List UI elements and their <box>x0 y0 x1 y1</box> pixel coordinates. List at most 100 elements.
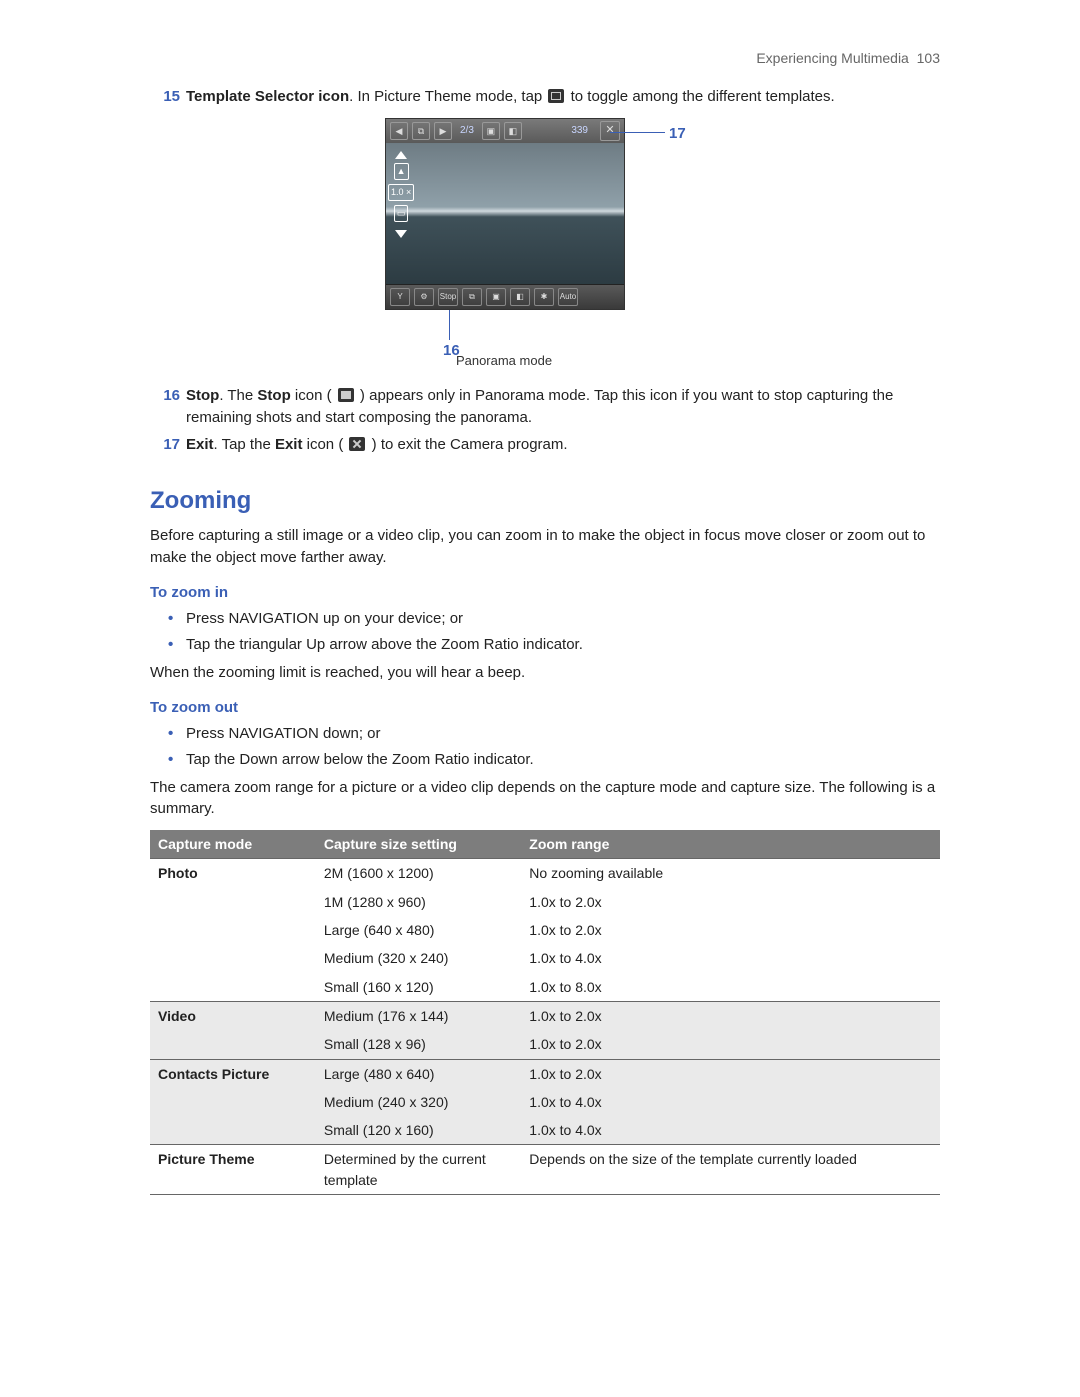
list-item: Press NAVIGATION up on your device; or <box>168 608 940 630</box>
capture-mode-cell <box>150 1088 316 1116</box>
stop-icon <box>338 388 354 402</box>
zoom-range-cell: 1.0x to 2.0x <box>521 1059 940 1088</box>
bottom-icon: Y <box>390 288 410 306</box>
camera-topbar: ◀ ⧉ ▶ 2/3 ▣ ◧ 339 ✕ <box>386 119 624 144</box>
table-row: Small (128 x 96)1.0x to 2.0x <box>150 1030 940 1059</box>
capture-size-cell: Small (120 x 160) <box>316 1116 521 1145</box>
table-header: Capture mode <box>150 830 316 859</box>
zoom-in-note: When the zooming limit is reached, you w… <box>150 662 940 684</box>
camera-bottombar: Y ⚙ Stop ⧉ ▣ ◧ ✱ Auto <box>386 284 624 309</box>
tool-icon-1: ▣ <box>482 122 500 140</box>
table-header: Zoom range <box>521 830 940 859</box>
capture-size-cell: Medium (240 x 320) <box>316 1088 521 1116</box>
list-item-15: 15 Template Selector icon. In Picture Th… <box>186 86 940 108</box>
zoom-control: ▲ 1.0 × ▭ <box>388 151 414 238</box>
capture-size-cell: Large (640 x 480) <box>316 916 521 944</box>
zoom-range-cell: 1.0x to 4.0x <box>521 944 940 972</box>
zoom-down-icon <box>395 230 407 238</box>
capture-mode-cell: Contacts Picture <box>150 1059 316 1088</box>
item-title: Template Selector icon <box>186 88 349 105</box>
panorama-figure: ◀ ⧉ ▶ 2/3 ▣ ◧ 339 ✕ ▲ 1.0 × ▭ Y ⚙ <box>150 118 940 379</box>
capture-size-cell: Medium (320 x 240) <box>316 944 521 972</box>
table-row: Large (640 x 480)1.0x to 2.0x <box>150 916 940 944</box>
capture-size-cell: 2M (1600 x 1200) <box>316 859 521 888</box>
zoom-range-cell: 1.0x to 2.0x <box>521 1030 940 1059</box>
bottom-icon: ◧ <box>510 288 530 306</box>
zoom-range-cell: Depends on the size of the template curr… <box>521 1145 940 1195</box>
zoom-range-cell: 1.0x to 8.0x <box>521 973 940 1002</box>
capture-size-cell: Small (128 x 96) <box>316 1030 521 1059</box>
table-row: Small (120 x 160)1.0x to 4.0x <box>150 1116 940 1145</box>
zoom-range-cell: 1.0x to 2.0x <box>521 916 940 944</box>
capture-mode-cell <box>150 1030 316 1059</box>
capture-mode-cell <box>150 888 316 916</box>
zoom-range-cell: 1.0x to 4.0x <box>521 1116 940 1145</box>
bottom-icon: Auto <box>558 288 578 306</box>
page-number: 103 <box>917 50 940 66</box>
callout-line-16 <box>449 310 451 340</box>
zoom-range-table: Capture mode Capture size setting Zoom r… <box>150 830 940 1195</box>
zoom-out-list: Press NAVIGATION down; or Tap the Down a… <box>168 723 940 771</box>
capture-size-cell: Large (480 x 640) <box>316 1059 521 1088</box>
callout-line-17 <box>610 132 665 134</box>
list-item: Tap the Down arrow below the Zoom Ratio … <box>168 749 940 771</box>
table-row: Small (160 x 120)1.0x to 8.0x <box>150 973 940 1002</box>
zoom-range-cell: 1.0x to 2.0x <box>521 888 940 916</box>
camera-viewfinder <box>386 143 624 285</box>
capture-mode-cell: Picture Theme <box>150 1145 316 1195</box>
zoom-indicator-icon: ▲ <box>394 163 409 180</box>
capture-mode-cell <box>150 1116 316 1145</box>
bottom-icon: ▣ <box>486 288 506 306</box>
shots-remaining: 339 <box>571 124 588 139</box>
list-item: Tap the triangular Up arrow above the Zo… <box>168 634 940 656</box>
zoom-range-cell: No zooming available <box>521 859 940 888</box>
tool-icon-2: ◧ <box>504 122 522 140</box>
capture-size-cell: Determined by the current template <box>316 1145 521 1195</box>
list-item-16: 16 Stop. The Stop icon ( ) appears only … <box>186 385 940 429</box>
callout-label-16: 16 <box>443 340 460 362</box>
item-number: 16 <box>150 385 180 407</box>
figure-caption: Panorama mode <box>303 352 705 371</box>
close-icon: ✕ <box>600 121 620 141</box>
item-number: 17 <box>150 434 180 456</box>
capture-size-cell: Small (160 x 120) <box>316 973 521 1002</box>
list-item-17: 17 Exit. Tap the Exit icon ( ) to exit t… <box>186 434 940 456</box>
item-number: 15 <box>150 86 180 108</box>
stop-icon: Stop <box>438 288 458 306</box>
table-row: Photo2M (1600 x 1200)No zooming availabl… <box>150 859 940 888</box>
zoom-range-cell: 1.0x to 2.0x <box>521 1001 940 1030</box>
mode-icon: ⧉ <box>412 122 430 140</box>
table-row: Picture ThemeDetermined by the current t… <box>150 1145 940 1195</box>
running-header: Experiencing Multimedia 103 <box>150 48 940 68</box>
list-item: Press NAVIGATION down; or <box>168 723 940 745</box>
capture-size-cell: 1M (1280 x 960) <box>316 888 521 916</box>
table-row: Medium (240 x 320)1.0x to 4.0x <box>150 1088 940 1116</box>
capture-mode-cell <box>150 944 316 972</box>
capture-mode-cell: Video <box>150 1001 316 1030</box>
capture-mode-cell <box>150 916 316 944</box>
table-header: Capture size setting <box>316 830 521 859</box>
table-row: Contacts PictureLarge (480 x 640)1.0x to… <box>150 1059 940 1088</box>
arrow-left-icon: ◀ <box>390 122 408 140</box>
zoom-range-cell: 1.0x to 4.0x <box>521 1088 940 1116</box>
table-row: Medium (320 x 240)1.0x to 4.0x <box>150 944 940 972</box>
capture-mode-cell <box>150 973 316 1002</box>
zoom-in-heading: To zoom in <box>150 582 940 604</box>
shot-fraction: 2/3 <box>460 124 474 139</box>
zooming-intro: Before capturing a still image or a vide… <box>150 525 940 569</box>
bottom-icon: ⧉ <box>462 288 482 306</box>
zoom-out-heading: To zoom out <box>150 697 940 719</box>
bottom-icon: ✱ <box>534 288 554 306</box>
zoom-in-list: Press NAVIGATION up on your device; or T… <box>168 608 940 656</box>
mode-badge: ▭ <box>394 205 409 222</box>
section-name: Experiencing Multimedia <box>756 50 909 66</box>
exit-icon <box>349 437 365 451</box>
callout-label-17: 17 <box>669 123 686 145</box>
zooming-heading: Zooming <box>150 484 940 519</box>
capture-mode-cell: Photo <box>150 859 316 888</box>
bottom-icon: ⚙ <box>414 288 434 306</box>
table-row: 1M (1280 x 960)1.0x to 2.0x <box>150 888 940 916</box>
arrow-right-icon: ▶ <box>434 122 452 140</box>
capture-size-cell: Medium (176 x 144) <box>316 1001 521 1030</box>
item-title: Stop <box>186 387 219 404</box>
